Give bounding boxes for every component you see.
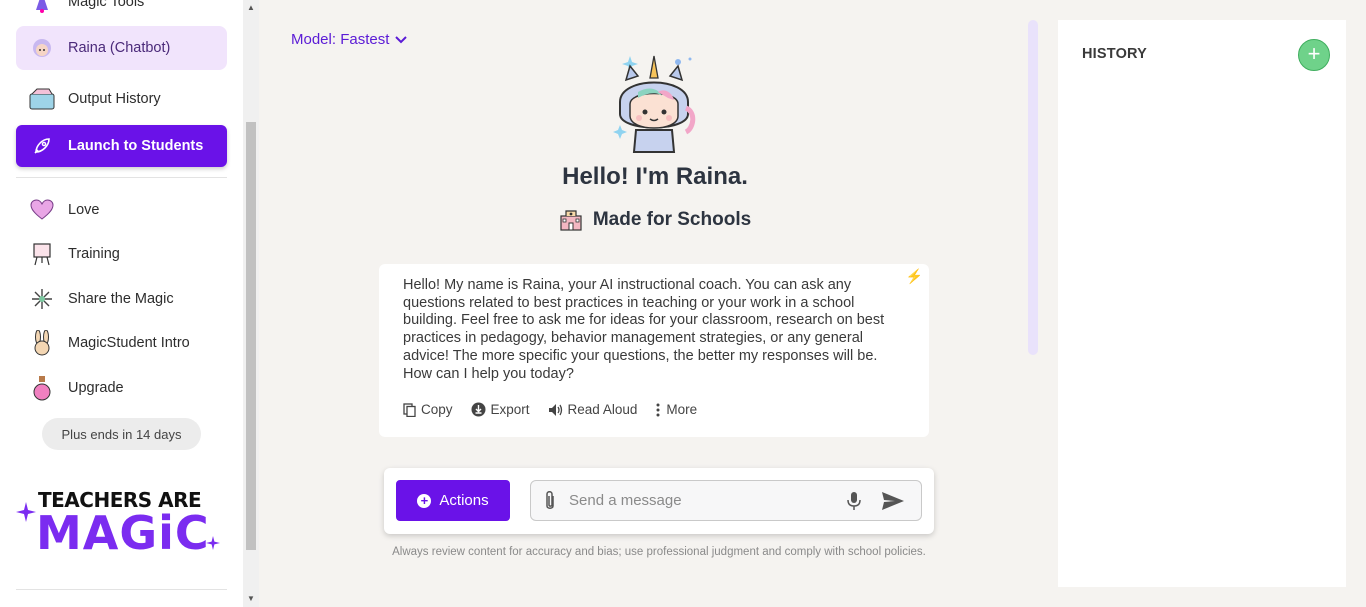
- copy-label: Copy: [421, 402, 453, 417]
- sidebar-item-label: Upgrade: [68, 380, 124, 396]
- scroll-down-icon[interactable]: ▼: [247, 594, 255, 603]
- logo-line-2: MAGiC: [36, 506, 210, 560]
- disclaimer-text: Always review content for accuracy and b…: [392, 546, 926, 558]
- new-chat-button[interactable]: +: [1298, 39, 1330, 71]
- rocket-icon: [28, 132, 56, 160]
- sidebar-item-label: Output History: [68, 91, 161, 107]
- heart-icon: [28, 196, 56, 224]
- sidebar-scrollbar[interactable]: ▲ ▼: [243, 0, 259, 607]
- sidebar-item-love[interactable]: Love: [16, 188, 227, 232]
- sidebar-item-label: Magic Tools: [68, 0, 145, 10]
- read-aloud-button[interactable]: Read Aloud: [548, 402, 638, 417]
- plus-icon: +: [1307, 41, 1321, 66]
- folder-icon: [28, 85, 56, 113]
- sparkle-icon: [28, 285, 56, 313]
- more-button[interactable]: More: [655, 402, 697, 417]
- sidebar-item-output-history[interactable]: Output History: [16, 77, 227, 121]
- read-aloud-label: Read Aloud: [567, 402, 638, 417]
- copy-button[interactable]: Copy: [403, 402, 453, 417]
- easel-icon: [28, 240, 56, 268]
- message-input[interactable]: [569, 481, 829, 520]
- sidebar-item-label: Love: [68, 202, 100, 218]
- model-selector-label: Model: Fastest: [291, 31, 390, 48]
- sidebar-divider: [16, 177, 227, 178]
- sidebar-item-magic-tools[interactable]: Magic Tools: [16, 0, 227, 24]
- sidebar: Magic Tools Raina (Chatbot) Output Histo…: [0, 0, 243, 607]
- more-label: More: [666, 402, 698, 417]
- sidebar-item-label: MagicStudent Intro: [68, 335, 190, 351]
- greeting-heading: Hello! I'm Raina.: [562, 163, 748, 190]
- sidebar-item-label: Share the Magic: [68, 291, 174, 307]
- made-for-schools-label: Made for Schools: [380, 208, 930, 232]
- microphone-icon[interactable]: [847, 491, 861, 511]
- sidebar-item-share-the-magic[interactable]: Share the Magic: [16, 277, 227, 321]
- actions-button[interactable]: + Actions: [396, 480, 510, 521]
- raina-avatar: [608, 52, 700, 154]
- raina-avatar-icon: [28, 34, 56, 62]
- sidebar-item-label: Raina (Chatbot): [68, 40, 171, 56]
- speaker-icon: [548, 403, 562, 416]
- sidebar-item-magicstudent-intro[interactable]: MagicStudent Intro: [16, 321, 227, 365]
- tagline-text: Made for Schools: [592, 209, 752, 230]
- message-actions: Copy Export Read Aloud More: [403, 402, 697, 417]
- actions-label: Actions: [439, 492, 489, 509]
- sidebar-item-upgrade[interactable]: Upgrade: [16, 366, 227, 410]
- export-icon: [471, 402, 486, 417]
- export-label: Export: [490, 402, 530, 417]
- more-vertical-icon: [656, 403, 660, 416]
- potion-icon: [28, 374, 56, 402]
- scrollbar-thumb[interactable]: [246, 122, 256, 550]
- chat-scrollbar[interactable]: [1028, 20, 1038, 355]
- plan-status-badge[interactable]: Plus ends in 14 days: [42, 418, 201, 450]
- send-icon[interactable]: [881, 491, 905, 511]
- paperclip-icon[interactable]: [543, 490, 557, 512]
- sidebar-divider: [16, 589, 227, 590]
- sidebar-item-label: Launch to Students: [68, 138, 204, 154]
- star-icon: [16, 502, 36, 522]
- history-title: HISTORY: [1082, 46, 1148, 62]
- launch-to-students-button[interactable]: Launch to Students: [16, 125, 227, 167]
- copy-icon: [403, 402, 416, 417]
- plus-circle-icon: +: [417, 493, 432, 508]
- model-selector[interactable]: Model: Fastest: [291, 31, 408, 48]
- chevron-down-icon: [395, 35, 408, 43]
- sidebar-item-label: Training: [68, 246, 120, 262]
- history-panel: HISTORY +: [1058, 20, 1346, 587]
- message-input-wrapper: [530, 480, 922, 521]
- message-composer: + Actions: [384, 468, 934, 534]
- school-icon: [560, 210, 582, 231]
- wizard-icon: [28, 0, 56, 16]
- sidebar-item-raina-chatbot[interactable]: Raina (Chatbot): [16, 26, 227, 70]
- assistant-message-text: Hello! My name is Raina, your AI instruc…: [403, 277, 885, 382]
- bunny-icon: [28, 329, 56, 357]
- scroll-up-icon[interactable]: ▲: [247, 3, 255, 12]
- assistant-message-card: ⚡ Hello! My name is Raina, your AI instr…: [379, 264, 929, 437]
- teachers-are-magic-logo: TEACHERS ARE MAGiC: [16, 488, 226, 564]
- bolt-icon: ⚡: [905, 268, 923, 284]
- export-button[interactable]: Export: [471, 402, 530, 417]
- sidebar-item-training[interactable]: Training: [16, 232, 227, 276]
